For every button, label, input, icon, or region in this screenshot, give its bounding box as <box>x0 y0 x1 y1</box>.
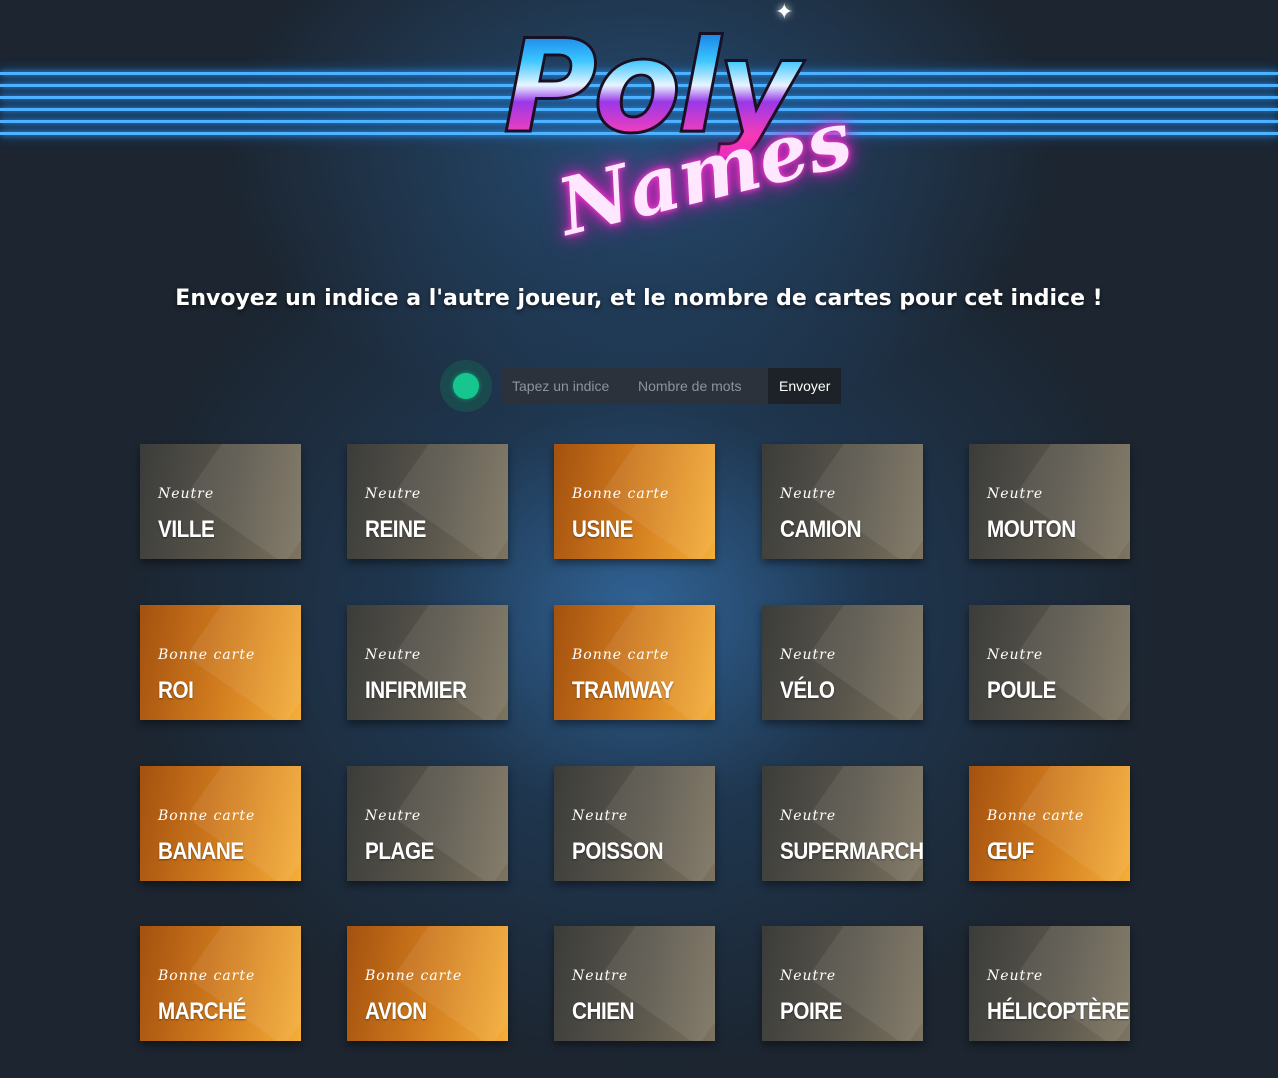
word-card[interactable]: Neutre POISSON <box>554 766 715 881</box>
word-card[interactable]: Neutre CAMION <box>762 444 923 559</box>
card-word: TRAMWAY <box>572 677 674 704</box>
clue-inputs: Envoyer <box>502 368 842 404</box>
card-word: HÉLICOPTÈRE <box>987 998 1130 1025</box>
card-word: AVION <box>365 998 427 1025</box>
card-type-label: Neutre <box>780 808 837 824</box>
card-type-label: Neutre <box>780 968 837 984</box>
word-card[interactable]: Neutre INFIRMIER <box>347 605 508 720</box>
card-word: ROI <box>158 677 194 704</box>
card-grid: Neutre VILLE Neutre REINE Bonne carte USINE Ne… <box>140 444 1132 1044</box>
word-card[interactable]: Neutre POULE <box>969 605 1130 720</box>
card-word: POISSON <box>572 838 664 865</box>
status-dot-icon <box>453 373 479 399</box>
card-word: PLAGE <box>365 838 434 865</box>
card-word: BANANE <box>158 838 244 865</box>
card-word: POIRE <box>780 998 843 1025</box>
card-type-label: Bonne carte <box>572 486 670 502</box>
card-word: SUPERMARCHÉ <box>780 838 923 865</box>
card-type-label: Neutre <box>158 486 215 502</box>
card-type-label: Neutre <box>572 808 629 824</box>
word-card[interactable]: Neutre HÉLICOPTÈRE <box>969 926 1130 1041</box>
word-card[interactable]: Neutre VILLE <box>140 444 301 559</box>
card-word: ŒUF <box>987 838 1034 865</box>
word-card[interactable]: Neutre SUPERMARCHÉ <box>762 766 923 881</box>
card-type-label: Bonne carte <box>365 968 463 984</box>
logo: Poly Names <box>430 16 861 268</box>
card-word: POULE <box>987 677 1056 704</box>
card-word: CAMION <box>780 516 862 543</box>
card-type-label: Neutre <box>365 647 422 663</box>
card-type-label: Neutre <box>780 486 837 502</box>
word-card[interactable]: Neutre VÉLO <box>762 605 923 720</box>
card-type-label: Bonne carte <box>158 968 256 984</box>
word-card[interactable]: Neutre REINE <box>347 444 508 559</box>
card-word: CHIEN <box>572 998 635 1025</box>
card-type-label: Bonne carte <box>158 647 256 663</box>
clue-input[interactable] <box>502 368 628 404</box>
card-type-label: Neutre <box>572 968 629 984</box>
card-type-label: Bonne carte <box>987 808 1085 824</box>
card-word: MOUTON <box>987 516 1076 543</box>
word-card[interactable]: Bonne carte ŒUF <box>969 766 1130 881</box>
card-type-label: Neutre <box>365 808 422 824</box>
card-word: REINE <box>365 516 426 543</box>
word-card[interactable]: Neutre PLAGE <box>347 766 508 881</box>
card-word: VILLE <box>158 516 215 543</box>
card-word: USINE <box>572 516 633 543</box>
word-card[interactable]: Bonne carte AVION <box>347 926 508 1041</box>
word-card[interactable]: Bonne carte MARCHÉ <box>140 926 301 1041</box>
card-word: VÉLO <box>780 677 835 704</box>
word-card[interactable]: Neutre CHIEN <box>554 926 715 1041</box>
card-type-label: Neutre <box>780 647 837 663</box>
instruction-text: Envoyez un indice a l'autre joueur, et l… <box>175 286 1103 311</box>
card-type-label: Neutre <box>987 968 1044 984</box>
card-type-label: Bonne carte <box>158 808 256 824</box>
word-card[interactable]: Bonne carte ROI <box>140 605 301 720</box>
card-word: INFIRMIER <box>365 677 467 704</box>
card-type-label: Neutre <box>987 647 1044 663</box>
status-indicator <box>440 360 492 412</box>
send-button[interactable]: Envoyer <box>768 368 842 404</box>
card-type-label: Neutre <box>365 486 422 502</box>
word-card[interactable]: Bonne carte USINE <box>554 444 715 559</box>
clue-form: Envoyer <box>440 360 842 412</box>
card-type-label: Bonne carte <box>572 647 670 663</box>
word-count-input[interactable] <box>628 368 768 404</box>
card-type-label: Neutre <box>987 486 1044 502</box>
word-card[interactable]: Neutre POIRE <box>762 926 923 1041</box>
card-word: MARCHÉ <box>158 998 247 1025</box>
word-card[interactable]: Bonne carte TRAMWAY <box>554 605 715 720</box>
word-card[interactable]: Neutre MOUTON <box>969 444 1130 559</box>
word-card[interactable]: Bonne carte BANANE <box>140 766 301 881</box>
